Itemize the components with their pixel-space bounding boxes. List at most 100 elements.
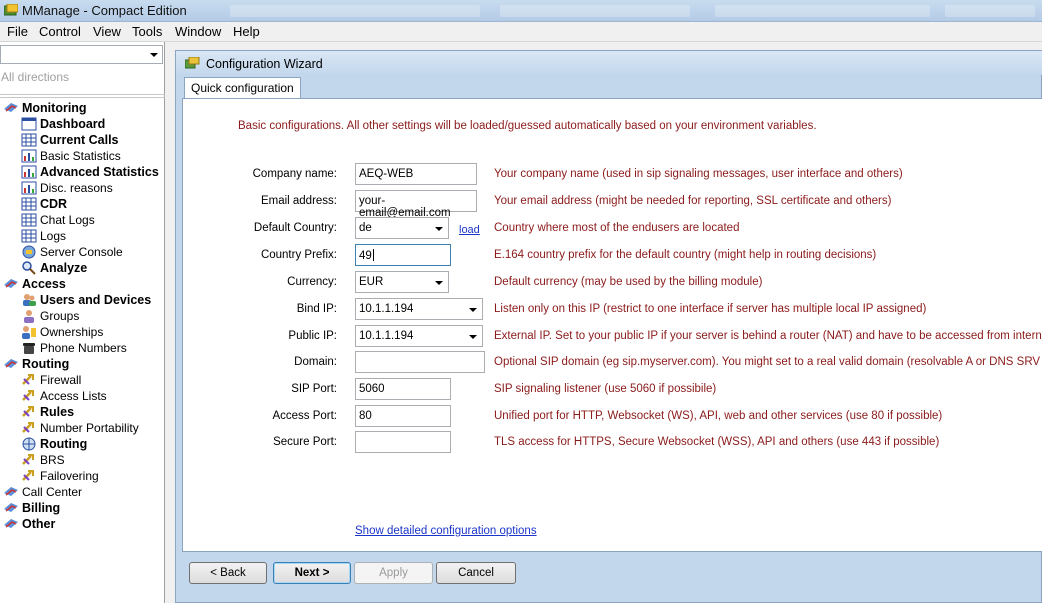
- background-window-ghost: [500, 5, 690, 17]
- menu-window[interactable]: Window: [175, 24, 221, 39]
- callcenter-folder-icon: [3, 484, 19, 500]
- sidebar-item-logs[interactable]: Logs: [21, 228, 66, 244]
- sidebar-item-label: Ownerships: [40, 325, 104, 339]
- company-name-value: AEQ-WEB: [359, 168, 414, 180]
- sidebar-item-groups[interactable]: Groups: [21, 308, 79, 324]
- secure-port-help: TLS access for HTTPS, Secure Websocket (…: [494, 436, 940, 448]
- sidebar-item-label: Phone Numbers: [40, 341, 127, 355]
- tab-quick-configuration[interactable]: Quick configuration: [184, 77, 301, 99]
- sidebar-item-server-console[interactable]: Server Console: [21, 244, 123, 260]
- sidebar-item-disc-reasons[interactable]: Disc. reasons: [21, 180, 113, 196]
- sidebar-item-label: Monitoring: [22, 101, 87, 115]
- routing-arrow-icon: [21, 372, 37, 388]
- chevron-down-icon[interactable]: [469, 308, 477, 312]
- chevron-down-icon[interactable]: [435, 227, 443, 231]
- sidebar-item-access[interactable]: Access: [3, 276, 66, 292]
- sidebar-item-label: Chat Logs: [40, 213, 95, 227]
- chevron-down-icon[interactable]: [150, 53, 158, 57]
- domain-help: Optional SIP domain (eg sip.myserver.com…: [494, 356, 1042, 368]
- sidebar-item-routing[interactable]: Routing: [3, 356, 69, 372]
- email-address-value: your-email@email.com: [359, 195, 451, 219]
- intro-text: Basic configurations. All other settings…: [238, 120, 817, 132]
- sidebar-item-advanced-statistics[interactable]: Advanced Statistics: [21, 164, 159, 180]
- sidebar-item-routing[interactable]: Routing: [21, 436, 87, 452]
- console-icon: [21, 244, 37, 260]
- menu-control[interactable]: Control: [39, 24, 81, 39]
- default-country-select[interactable]: de: [355, 217, 449, 239]
- menu-file[interactable]: File: [7, 24, 28, 39]
- show-detailed-options-link[interactable]: Show detailed configuration options: [355, 525, 537, 537]
- apply-button-label: Apply: [379, 567, 408, 579]
- navigation-panel: All directions Monitoring Dashboard Curren…: [0, 42, 165, 603]
- menu-help[interactable]: Help: [233, 24, 260, 39]
- sidebar-item-billing[interactable]: Billing: [3, 500, 60, 516]
- sidebar-item-number-portability[interactable]: Number Portability: [21, 420, 139, 436]
- routing-arrow-icon: [21, 388, 37, 404]
- next-button[interactable]: Next >: [273, 562, 351, 584]
- sidebar-item-label: Other: [22, 517, 56, 531]
- sidebar-item-basic-statistics[interactable]: Basic Statistics: [21, 148, 121, 164]
- chevron-down-icon[interactable]: [435, 281, 443, 285]
- grid-icon: [21, 228, 37, 244]
- sidebar-item-dashboard[interactable]: Dashboard: [21, 116, 105, 132]
- bind-ip-label: Bind IP:: [296, 303, 337, 315]
- sidebar-item-firewall[interactable]: Firewall: [21, 372, 81, 388]
- secure-port-input[interactable]: [355, 431, 451, 453]
- sidebar-item-label: Server Console: [40, 245, 123, 259]
- sidebar-item-label: Call Center: [22, 485, 83, 499]
- sidebar-item-ownerships[interactable]: Ownerships: [21, 324, 103, 340]
- load-link[interactable]: load: [459, 224, 480, 236]
- menu-view[interactable]: View: [93, 24, 121, 39]
- sidebar-item-access-lists[interactable]: Access Lists: [21, 388, 107, 404]
- sidebar-item-label: Rules: [40, 405, 75, 419]
- sidebar-item-cdr[interactable]: CDR: [21, 196, 67, 212]
- sidebar-item-current-calls[interactable]: Current Calls: [21, 132, 119, 148]
- sidebar-item-rules[interactable]: Rules: [21, 404, 74, 420]
- company-name-input[interactable]: AEQ-WEB: [355, 163, 477, 185]
- currency-select[interactable]: EUR: [355, 271, 449, 293]
- sidebar-item-users-and-devices[interactable]: Users and Devices: [21, 292, 151, 308]
- dashboard-window-icon: [21, 116, 37, 132]
- other-folder-icon: [3, 516, 19, 532]
- public-ip-select[interactable]: 10.1.1.194: [355, 325, 483, 347]
- access-port-value: 80: [359, 410, 372, 422]
- sidebar-item-chat-logs[interactable]: Chat Logs: [21, 212, 95, 228]
- access-port-input[interactable]: 80: [355, 405, 451, 427]
- sidebar-item-label: Routing: [22, 357, 70, 371]
- domain-input[interactable]: [355, 351, 485, 373]
- currency-help: Default currency (may be used by the bil…: [494, 276, 763, 288]
- country-prefix-input[interactable]: 49: [355, 244, 451, 266]
- menu-tools[interactable]: Tools: [132, 24, 162, 39]
- wizard-content: Basic configurations. All other settings…: [182, 98, 1042, 552]
- sidebar-item-call-center[interactable]: Call Center: [3, 484, 82, 500]
- sidebar-item-brs[interactable]: BRS: [21, 452, 65, 468]
- direction-combo[interactable]: [0, 45, 163, 64]
- title-bar: MManage - Compact Edition: [0, 0, 1042, 22]
- sidebar-item-other[interactable]: Other: [3, 516, 55, 532]
- form-row-secure-port: Secure Port: TLS access for HTTPS, Secure…: [183, 431, 1042, 453]
- sip-port-value: 5060: [359, 383, 385, 395]
- access-port-help: Unified port for HTTP, Websocket (WS), A…: [494, 410, 943, 422]
- chevron-down-icon[interactable]: [469, 335, 477, 339]
- users-icon: [21, 292, 37, 308]
- sidebar-item-failovering[interactable]: Failovering: [21, 468, 99, 484]
- phone-icon: [21, 340, 37, 356]
- apply-button[interactable]: Apply: [354, 562, 433, 584]
- grid-icon: [21, 212, 37, 228]
- divider: [0, 94, 165, 95]
- sidebar-item-monitoring[interactable]: Monitoring: [3, 100, 87, 116]
- sidebar-item-phone-numbers[interactable]: Phone Numbers: [21, 340, 127, 356]
- sidebar-item-analyze[interactable]: Analyze: [21, 260, 87, 276]
- cancel-button[interactable]: Cancel: [436, 562, 516, 584]
- email-address-label: Email address:: [260, 195, 337, 207]
- routing-arrow-icon: [21, 420, 37, 436]
- bind-ip-select[interactable]: 10.1.1.194: [355, 298, 483, 320]
- back-button[interactable]: < Back: [189, 562, 267, 584]
- sidebar-item-label: Failovering: [40, 469, 99, 483]
- public-ip-value: 10.1.1.194: [359, 330, 414, 342]
- sidebar-item-label: Groups: [40, 309, 80, 323]
- divider: [0, 97, 165, 98]
- configuration-wizard: Configuration Wizard Quick configuration…: [175, 50, 1042, 603]
- sip-port-input[interactable]: 5060: [355, 378, 451, 400]
- email-address-input[interactable]: your-email@email.com: [355, 190, 477, 219]
